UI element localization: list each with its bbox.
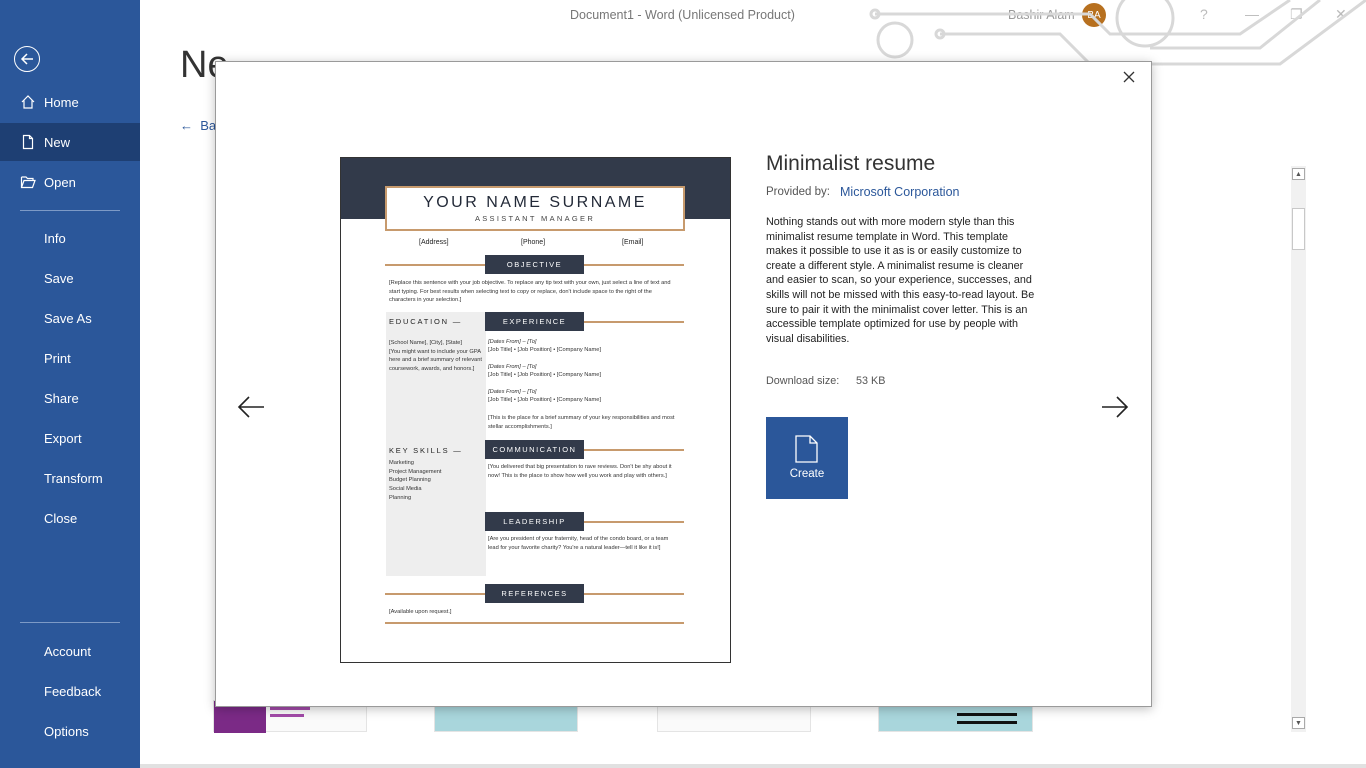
resume-section-head: OBJECTIVE (485, 255, 584, 274)
template-preview-dialog: YOUR NAME SURNAME ASSISTANT MANAGER [Add… (215, 61, 1152, 707)
sidebar-divider (20, 622, 120, 623)
resume-name: YOUR NAME SURNAME (423, 194, 647, 211)
resume-objective-text: [Replace this sentence with your job obj… (389, 280, 671, 304)
resume-exp-summary: [This is the place for a brief summary o… (488, 415, 675, 430)
sidebar-item-close[interactable]: Close (0, 499, 140, 537)
sidebar-item-open[interactable]: Open (0, 163, 140, 201)
scrollbar[interactable]: ▲ ▼ (1291, 166, 1306, 732)
arrow-left-icon (20, 53, 33, 65)
thumbnail-line (957, 713, 1017, 716)
sidebar-item-print[interactable]: Print (0, 339, 140, 377)
sidebar-item-export[interactable]: Export (0, 419, 140, 457)
template-description: Nothing stands out with more modern styl… (766, 216, 1035, 345)
back-link-label: Ba (200, 118, 217, 133)
document-icon (795, 435, 818, 463)
sidebar-item-share[interactable]: Share (0, 379, 140, 417)
resume-rule (584, 321, 684, 323)
window-title: Document1 - Word (Unlicensed Product) (570, 8, 795, 22)
sidebar-item-transform[interactable]: Transform (0, 459, 140, 497)
sidebar-item-label: Export (44, 430, 82, 446)
sidebar-item-label: Info (44, 230, 66, 246)
sidebar-item-label: Save (44, 270, 74, 286)
resume-exp-job: [Job Title] • [Job Position] • [Company … (488, 347, 602, 353)
previous-arrow-icon[interactable] (236, 392, 266, 422)
back-button[interactable] (14, 46, 40, 72)
scroll-up-icon[interactable]: ▲ (1292, 168, 1305, 180)
resume-leadership-text: [Are you president of your fraternity, h… (488, 536, 669, 551)
thumbnail-line (270, 707, 310, 710)
sidebar-item-info[interactable]: Info (0, 219, 140, 257)
resume-rule (584, 264, 684, 266)
resume-name-box: YOUR NAME SURNAME ASSISTANT MANAGER (385, 186, 685, 231)
resume-rule (385, 593, 485, 595)
resume-rule (584, 593, 684, 595)
sidebar-item-label: Transform (44, 470, 103, 486)
backstage-sidebar: Home New Open Info Save Save As Print Sh… (0, 0, 140, 768)
resume-side-head-label: EDUCATION (389, 317, 449, 326)
resume-side-head-label: KEY SKILLS (389, 446, 450, 455)
create-button[interactable]: Create (766, 417, 848, 499)
template-title: Minimalist resume (766, 152, 936, 175)
template-preview-image: YOUR NAME SURNAME ASSISTANT MANAGER [Add… (340, 157, 731, 663)
resume-communication-text: [You delivered that big presentation to … (488, 464, 672, 479)
sidebar-item-label: Close (44, 510, 78, 526)
status-bar (140, 764, 1366, 768)
back-link[interactable]: ← Ba (180, 118, 216, 133)
resume-side-head: EDUCATION — (389, 317, 462, 326)
scroll-down-icon[interactable]: ▼ (1292, 717, 1305, 729)
home-icon (21, 95, 35, 109)
resume-email: [Email] (622, 239, 644, 246)
next-arrow-icon[interactable] (1100, 392, 1130, 422)
sidebar-divider (20, 210, 120, 211)
sidebar-item-new[interactable]: New (0, 123, 140, 161)
sidebar-item-options[interactable]: Options (0, 712, 140, 750)
resume-exp-job: [Job Title] • [Job Position] • [Company … (488, 372, 602, 378)
sidebar-item-label: Home (44, 94, 79, 110)
sidebar-item-save-as[interactable]: Save As (0, 299, 140, 337)
sidebar-item-label: Share (44, 390, 79, 406)
resume-role: ASSISTANT MANAGER (474, 214, 596, 223)
arrow-left-icon: ← (180, 118, 201, 133)
download-size-value: 53 KB (856, 375, 886, 387)
scroll-thumb[interactable] (1292, 208, 1305, 250)
sidebar-item-account[interactable]: Account (0, 632, 140, 670)
resume-rule (584, 449, 684, 451)
close-icon[interactable] (1120, 68, 1138, 86)
resume-exp-job: [Job Title] • [Job Position] • [Company … (488, 397, 602, 403)
resume-side-head: KEY SKILLS — (389, 446, 463, 455)
sidebar-item-label: Options (44, 723, 89, 739)
sidebar-item-label: Account (44, 643, 91, 659)
sidebar-item-feedback[interactable]: Feedback (0, 672, 140, 710)
resume-section-head: LEADERSHIP (485, 512, 584, 531)
folder-open-icon (20, 176, 36, 189)
new-document-icon (22, 134, 34, 150)
resume-rule (385, 264, 485, 266)
resume-section-head: COMMUNICATION (485, 440, 584, 459)
sidebar-item-home[interactable]: Home (0, 83, 140, 121)
provided-by-label: Provided by: (766, 186, 830, 198)
resume-skills-text: Marketing Project Management Budget Plan… (389, 460, 442, 501)
resume-address: [Address] (419, 239, 449, 246)
resume-section-head: REFERENCES (485, 584, 584, 603)
sidebar-item-save[interactable]: Save (0, 259, 140, 297)
thumbnail-line (270, 714, 304, 717)
create-button-label: Create (789, 468, 825, 480)
sidebar-item-label: New (44, 134, 71, 150)
resume-rule (584, 521, 684, 523)
download-size-label: Download size: (766, 375, 840, 387)
thumbnail-line (957, 721, 1017, 724)
sidebar-item-label: Feedback (44, 683, 102, 699)
sidebar-item-label: Print (44, 350, 71, 366)
resume-education-text: [School Name], [City], [State] [You migh… (389, 340, 482, 373)
provider-link[interactable]: Microsoft Corporation (840, 185, 960, 199)
resume-references-text: [Available upon request.] (389, 609, 452, 615)
sidebar-item-label: Save As (44, 310, 92, 326)
resume-phone: [Phone] (521, 239, 546, 246)
resume-rule (385, 622, 684, 624)
resume-section-head: EXPERIENCE (485, 312, 584, 331)
sidebar-item-label: Open (44, 174, 76, 190)
